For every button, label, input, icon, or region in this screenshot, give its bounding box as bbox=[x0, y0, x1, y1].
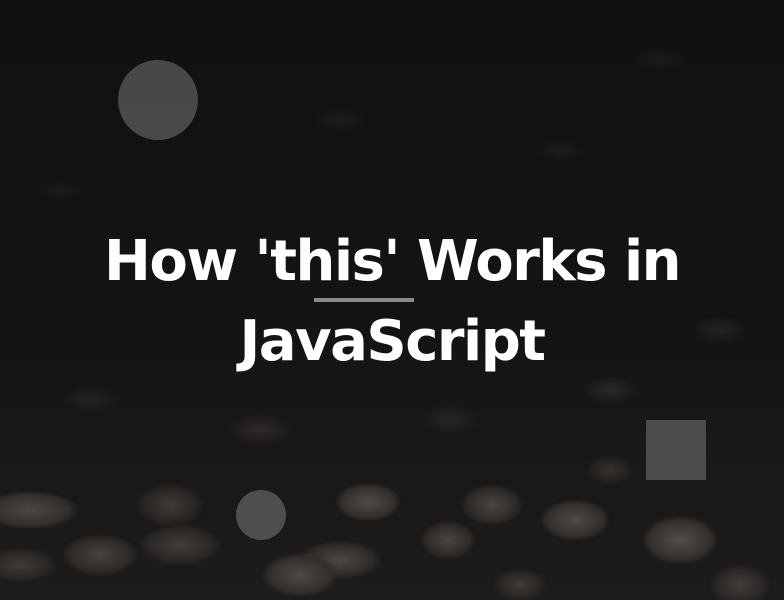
decorative-square bbox=[646, 420, 706, 480]
decorative-circle-large bbox=[118, 60, 198, 140]
hero-banner: How 'this' Works in JavaScript bbox=[0, 0, 784, 600]
page-title-line-1: How 'this' Works in bbox=[103, 229, 682, 294]
page-title-line-2: JavaScript bbox=[239, 309, 546, 374]
title-underline bbox=[314, 298, 414, 302]
page-title: How 'this' Works in JavaScript bbox=[0, 222, 784, 382]
decorative-circle-small bbox=[236, 490, 286, 540]
